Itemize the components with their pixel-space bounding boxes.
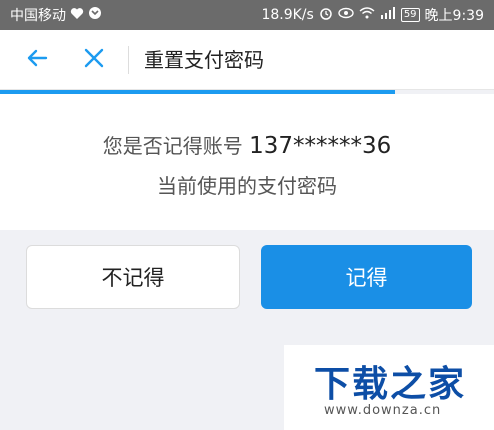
carrier-label: 中国移动 [10,8,66,24]
app-screen: 中国移动 18.9K/s 59 晚上9:39 重置支付密码 您是否记得账号 13… [0,0,494,430]
status-right: 18.9K/s 59 晚上9:39 [261,5,484,25]
close-button[interactable] [76,42,112,78]
eye-icon [338,7,354,23]
alarm-icon [319,6,333,24]
watermark-title: 下载之家 [314,364,467,405]
remember-button[interactable]: 记得 [261,245,472,309]
clock-time: 晚上9:39 [424,8,484,24]
page-title: 重置支付密码 [144,48,264,72]
cell-signal-icon [380,7,396,23]
battery-icon: 59 [400,8,420,22]
prompt-prefix: 您是否记得账号 [102,134,243,158]
heart-icon [70,7,84,24]
back-button[interactable] [19,42,55,78]
notification-icon [88,6,102,24]
forget-button[interactable]: 不记得 [26,245,240,309]
prompt-question: 您是否记得账号 137******36 [0,130,494,159]
wifi-icon [359,7,375,23]
prompt-card: 您是否记得账号 137******36 当前使用的支付密码 [0,94,494,230]
nav-divider [128,46,129,74]
watermark-url: www.downza.cn [324,403,442,418]
nav-bar: 重置支付密码 [0,30,494,90]
status-left: 中国移动 [10,5,102,25]
prompt-subtext: 当前使用的支付密码 [157,174,337,198]
arrow-left-icon [25,46,49,74]
masked-account-number: 137******36 [249,133,392,159]
close-icon [83,47,105,73]
status-bar: 中国移动 18.9K/s 59 晚上9:39 [0,0,494,30]
network-speed: 18.9K/s [261,7,314,23]
site-watermark: 下载之家 www.downza.cn [284,345,494,430]
